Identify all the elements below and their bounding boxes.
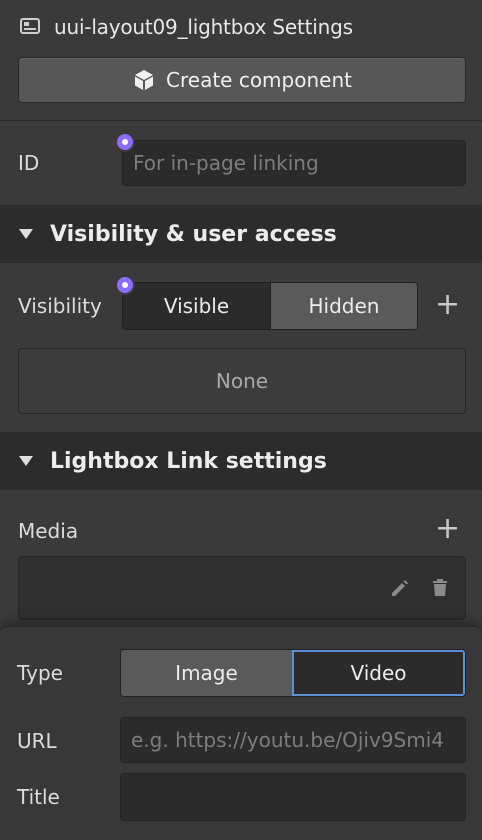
create-component-button[interactable]: Create component — [18, 57, 466, 103]
settings-header: uui-layout09_lightbox Settings — [0, 0, 482, 56]
visibility-toggle: Visible Hidden — [122, 282, 418, 330]
section-visibility-title: Visibility & user access — [50, 221, 337, 247]
caret-down-icon — [19, 456, 33, 466]
pencil-icon[interactable] — [389, 577, 411, 599]
cube-icon — [135, 70, 154, 90]
binding-indicator-dot[interactable] — [115, 132, 135, 152]
type-label: Type — [17, 661, 63, 685]
media-item[interactable] — [18, 556, 466, 620]
id-input[interactable]: For in-page linking — [122, 140, 466, 186]
add-media-plus-icon[interactable]: + — [435, 514, 460, 544]
id-input-placeholder: For in-page linking — [133, 151, 319, 175]
url-input[interactable]: e.g. https://youtu.be/Ojiv9Smi4 — [120, 717, 466, 763]
title-label: Title — [17, 785, 60, 809]
create-component-label: Create component — [166, 68, 352, 92]
component-settings-icon — [20, 18, 40, 34]
url-label: URL — [17, 729, 57, 753]
media-settings-popover: Type Image Video URL e.g. https://youtu.… — [0, 626, 482, 840]
caret-down-icon — [19, 229, 33, 239]
visibility-option-visible[interactable]: Visible — [123, 283, 270, 329]
section-lightbox-header[interactable]: Lightbox Link settings — [0, 432, 482, 490]
type-toggle: Image Video — [120, 649, 466, 697]
id-label: ID — [18, 151, 40, 175]
type-option-video[interactable]: Video — [292, 650, 465, 696]
section-lightbox-title: Lightbox Link settings — [50, 448, 327, 474]
media-label: Media — [18, 519, 79, 543]
divider — [0, 120, 482, 121]
visibility-conditions-box[interactable]: None — [18, 348, 466, 414]
add-condition-plus-icon[interactable]: + — [435, 290, 460, 320]
trash-icon[interactable] — [429, 577, 451, 599]
binding-indicator-dot[interactable] — [115, 275, 135, 295]
title-input[interactable] — [120, 773, 466, 821]
visibility-option-hidden[interactable]: Hidden — [270, 283, 417, 329]
section-visibility-header[interactable]: Visibility & user access — [0, 205, 482, 263]
url-input-placeholder: e.g. https://youtu.be/Ojiv9Smi4 — [131, 728, 444, 752]
type-option-image[interactable]: Image — [121, 650, 292, 696]
settings-title: uui-layout09_lightbox Settings — [54, 15, 353, 39]
visibility-label: Visibility — [18, 294, 102, 318]
visibility-conditions-value: None — [215, 369, 269, 393]
